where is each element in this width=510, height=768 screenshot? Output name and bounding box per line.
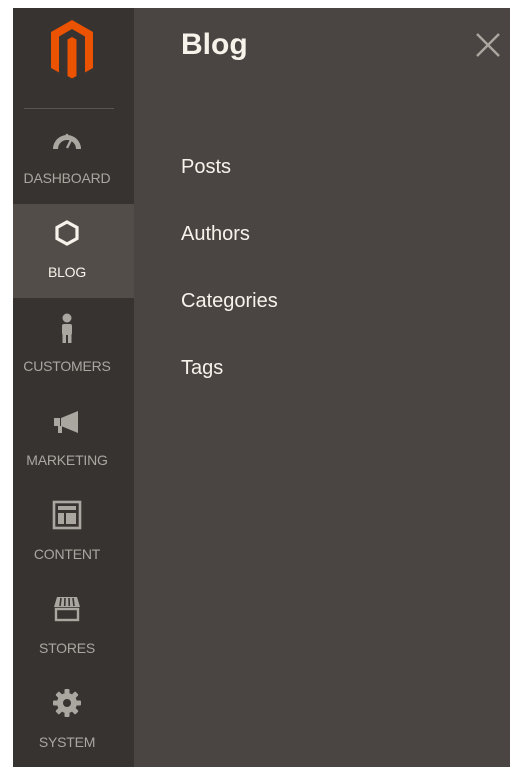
- menu-link-categories[interactable]: Categories: [181, 290, 278, 313]
- menu-link-tags[interactable]: Tags: [181, 357, 223, 380]
- speedometer-icon: [50, 122, 84, 156]
- sidebar-item-customers[interactable]: CUSTOMERS: [13, 298, 134, 392]
- magento-logo[interactable]: [47, 16, 97, 82]
- sidebar-item-label: DASHBOARD: [13, 170, 121, 186]
- sidebar-item-stores[interactable]: STORES: [13, 580, 134, 674]
- admin-sidebar: DASHBOARD BLOG CUSTOMERS: [13, 8, 134, 767]
- close-icon[interactable]: [475, 32, 501, 58]
- sidebar-item-label: STORES: [13, 640, 121, 656]
- sidebar-item-label: SYSTEM: [13, 734, 121, 750]
- storefront-icon: [50, 592, 84, 626]
- layout-icon: [50, 498, 84, 532]
- sidebar-item-content[interactable]: CONTENT: [13, 486, 134, 580]
- menu-link-authors[interactable]: Authors: [181, 223, 250, 246]
- sidebar-item-dashboard[interactable]: DASHBOARD: [13, 110, 134, 204]
- sidebar-item-system[interactable]: SYSTEM: [13, 674, 134, 768]
- person-icon: [50, 310, 84, 344]
- logo-divider: [24, 108, 114, 109]
- panel-title: Blog: [181, 28, 248, 62]
- sidebar-item-label: BLOG: [13, 264, 121, 280]
- hexagon-icon: [50, 216, 84, 250]
- sidebar-item-label: CONTENT: [13, 546, 121, 562]
- megaphone-icon: [50, 404, 84, 438]
- menu-link-posts[interactable]: Posts: [181, 156, 231, 179]
- sidebar-item-label: MARKETING: [13, 452, 121, 468]
- sidebar-item-marketing[interactable]: MARKETING: [13, 392, 134, 486]
- admin-frame: DASHBOARD BLOG CUSTOMERS: [13, 8, 510, 767]
- gear-icon: [50, 686, 84, 720]
- sidebar-item-blog[interactable]: BLOG: [13, 204, 134, 298]
- sidebar-item-label: CUSTOMERS: [13, 358, 121, 374]
